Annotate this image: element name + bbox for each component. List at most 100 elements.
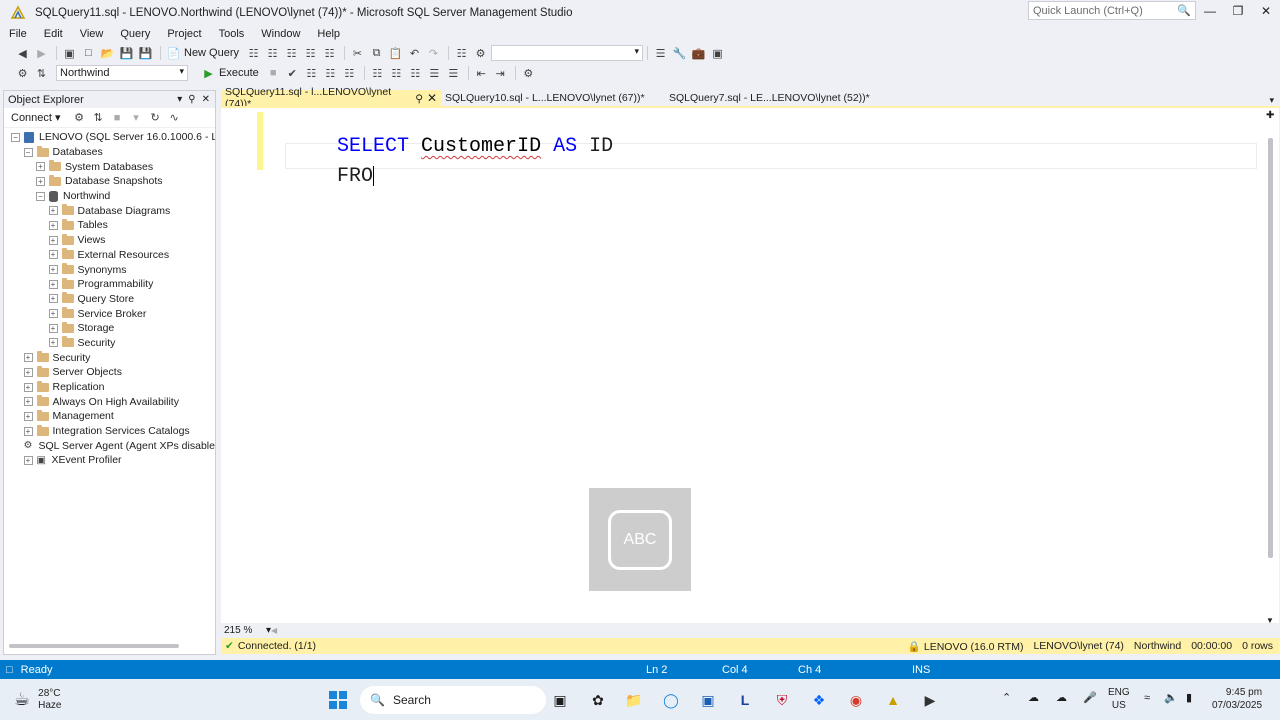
tree-item[interactable]: + Storage: [4, 321, 215, 336]
new-query-icon[interactable]: 📄: [165, 45, 182, 61]
tree-item[interactable]: + Query Store: [4, 292, 215, 307]
tab-close-icon[interactable]: ✕: [427, 91, 437, 105]
split-icon[interactable]: ✚: [1266, 110, 1274, 121]
menu-project[interactable]: Project: [167, 28, 201, 40]
ssms-taskbar-icon[interactable]: ▲: [883, 690, 903, 710]
pin-tab-icon[interactable]: ⚲: [415, 93, 423, 105]
cancel-query-icon[interactable]: ■: [265, 65, 282, 81]
tree-item[interactable]: + Programmability: [4, 277, 215, 292]
add-item-icon[interactable]: □: [80, 45, 97, 61]
specify-values-icon[interactable]: ⚙: [520, 65, 537, 81]
connect-icon[interactable]: ⚙: [14, 65, 31, 81]
tree-item[interactable]: + Security: [4, 350, 215, 365]
expand-icon[interactable]: +: [23, 353, 33, 363]
tree-item[interactable]: + Synonyms: [4, 262, 215, 277]
connect-server-icon[interactable]: ⚙: [71, 110, 88, 126]
vertical-scrollbar[interactable]: ✚ ▼: [1262, 108, 1279, 625]
collapse-icon[interactable]: −: [36, 191, 45, 201]
wrench-icon[interactable]: 🔧: [671, 45, 688, 61]
expand-icon[interactable]: +: [48, 294, 58, 304]
increase-indent-icon[interactable]: ⇥: [492, 65, 509, 81]
execute-button[interactable]: Execute: [219, 67, 259, 79]
toolbox-icon[interactable]: 💼: [690, 45, 707, 61]
query-designer-icon[interactable]: ☷: [322, 65, 339, 81]
tree-item[interactable]: + Management: [4, 409, 215, 424]
tree-item[interactable]: − Databases: [4, 145, 215, 160]
tab-sqlquery11[interactable]: SQLQuery11.sql - l...LENOVO\lynet (74))*…: [221, 86, 441, 110]
xmla-query-icon[interactable]: ☷: [302, 45, 319, 61]
menu-edit[interactable]: Edit: [44, 28, 63, 40]
tab-sqlquery10[interactable]: SQLQuery10.sql - L...LENOVO\lynet (67))*: [441, 90, 665, 106]
save-icon[interactable]: 💾: [118, 45, 135, 61]
mdx-query-icon[interactable]: ☷: [264, 45, 281, 61]
microphone-icon[interactable]: 🎤: [1083, 692, 1097, 705]
db-engine-query-icon[interactable]: ☷: [245, 45, 262, 61]
new-query-button[interactable]: New Query: [184, 47, 239, 59]
save-all-icon[interactable]: 💾: [137, 45, 154, 61]
expand-icon[interactable]: +: [23, 426, 33, 436]
mcafee-icon[interactable]: ⛨: [772, 690, 792, 710]
collapse-icon[interactable]: −: [23, 147, 33, 157]
execute-icon[interactable]: ▶: [200, 65, 217, 81]
expand-icon[interactable]: +: [48, 235, 58, 245]
uncomment-icon[interactable]: ☰: [445, 65, 462, 81]
open-file-icon[interactable]: 📂: [99, 45, 116, 61]
copilot-icon[interactable]: ✿: [588, 690, 608, 710]
dropbox-icon[interactable]: ❖: [809, 690, 829, 710]
tree-item[interactable]: + Tables: [4, 218, 215, 233]
new-project-icon[interactable]: ▣: [61, 45, 78, 61]
tree-item[interactable]: ⚙ SQL Server Agent (Agent XPs disabled): [4, 438, 216, 453]
tree-item[interactable]: + Database Snapshots: [4, 174, 215, 189]
tree-item[interactable]: + Replication: [4, 380, 215, 395]
tree-item[interactable]: + External Resources: [4, 248, 215, 263]
cut-icon[interactable]: ✂: [349, 45, 366, 61]
battery-icon[interactable]: ▮: [1186, 692, 1192, 705]
tab-overflow-icon[interactable]: ▾: [1269, 95, 1274, 106]
expand-icon[interactable]: +: [48, 279, 58, 289]
media-player-icon[interactable]: ▶: [920, 690, 940, 710]
horizontal-scrollbar[interactable]: [9, 644, 179, 648]
menu-query[interactable]: Query: [120, 28, 150, 40]
window-layout-icon[interactable]: ▣: [709, 45, 726, 61]
expand-icon[interactable]: +: [48, 206, 58, 216]
menu-view[interactable]: View: [80, 28, 104, 40]
dax-query-icon[interactable]: ☷: [321, 45, 338, 61]
tree-item[interactable]: + Service Broker: [4, 306, 215, 321]
tree-item[interactable]: + Database Diagrams: [4, 203, 215, 218]
dmx-query-icon[interactable]: ☷: [283, 45, 300, 61]
task-view-icon[interactable]: ▣: [550, 690, 570, 710]
app-l-icon[interactable]: L: [735, 690, 755, 710]
connect-dropdown[interactable]: Connect ▾: [11, 111, 61, 124]
maximize-button[interactable]: ❐: [1224, 0, 1252, 22]
windows-start-icon[interactable]: [328, 690, 348, 710]
menu-help[interactable]: Help: [317, 28, 340, 40]
edge-icon[interactable]: ◯: [661, 690, 681, 710]
tree-item[interactable]: + Integration Services Catalogs: [4, 424, 215, 439]
expand-icon[interactable]: +: [23, 455, 33, 465]
disconnect-icon[interactable]: ⇅: [90, 110, 107, 126]
close-button[interactable]: ✕: [1252, 0, 1280, 22]
refresh-icon[interactable]: ↻: [147, 110, 164, 126]
menu-tools[interactable]: Tools: [219, 28, 245, 40]
comment-icon[interactable]: ☰: [426, 65, 443, 81]
scrollbar-thumb[interactable]: [1268, 138, 1273, 558]
activity-monitor-icon[interactable]: ☷: [453, 45, 470, 61]
available-databases-select[interactable]: Northwind: [56, 65, 188, 81]
expand-icon[interactable]: +: [48, 265, 58, 275]
tree-item[interactable]: + Views: [4, 233, 215, 248]
expand-icon[interactable]: +: [48, 309, 58, 319]
include-plan-icon[interactable]: ☷: [341, 65, 358, 81]
wifi-icon[interactable]: ≈: [1144, 692, 1150, 705]
code-line-2[interactable]: FRO: [289, 142, 375, 211]
decrease-indent-icon[interactable]: ⇤: [473, 65, 490, 81]
onedrive-icon[interactable]: ☁: [1056, 692, 1067, 705]
paste-icon[interactable]: 📋: [387, 45, 404, 61]
expand-icon[interactable]: +: [48, 338, 58, 348]
display-plan-icon[interactable]: ☷: [303, 65, 320, 81]
zoom-select[interactable]: 215 % ▾: [221, 625, 271, 636]
file-explorer-icon[interactable]: 📁: [624, 690, 644, 710]
properties-icon[interactable]: ☰: [652, 45, 669, 61]
undo-icon[interactable]: ↶: [406, 45, 423, 61]
tray-app-icon[interactable]: ☁: [1028, 692, 1039, 705]
back-icon[interactable]: ◀: [14, 45, 31, 61]
